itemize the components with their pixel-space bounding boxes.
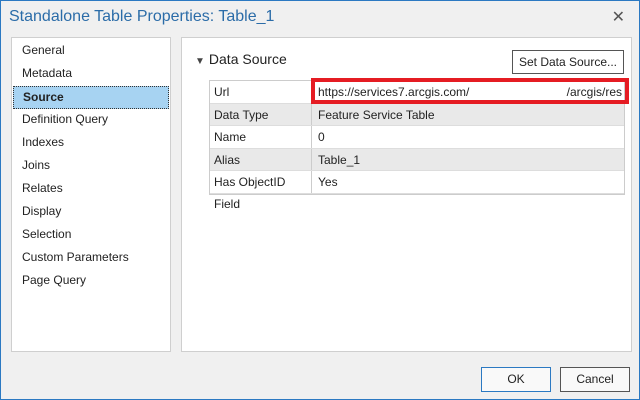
row-key: Url — [210, 81, 312, 103]
row-key: Data Type — [210, 103, 312, 125]
sidebar-item-selection[interactable]: Selection — [13, 224, 169, 247]
sidebar-item-display[interactable]: Display — [13, 201, 169, 224]
row-value: Table_1 — [318, 152, 361, 167]
properties-dialog: Standalone Table Properties: Table_1 ✕ G… — [0, 0, 640, 400]
row-key: Has ObjectID Field — [210, 171, 312, 211]
table-row: Has ObjectID Field Yes — [210, 171, 624, 211]
row-value: Feature Service Table — [318, 107, 435, 122]
source-panel: ▼ Data Source Set Data Source... Url http… — [181, 37, 632, 352]
table-row: Alias Table_1 — [210, 148, 624, 171]
row-value: Yes — [318, 175, 338, 189]
sidebar: General Metadata Source Definition Query… — [11, 37, 171, 352]
sidebar-item-joins[interactable]: Joins — [13, 155, 169, 178]
chevron-down-icon: ▼ — [195, 56, 205, 67]
dialog-title: Standalone Table Properties: Table_1 — [9, 8, 275, 25]
sidebar-item-metadata[interactable]: Metadata — [13, 63, 169, 86]
table-row: Data Type Feature Service Table — [210, 103, 624, 126]
sidebar-item-relates[interactable]: Relates — [13, 178, 169, 201]
sidebar-item-general[interactable]: General — [13, 40, 169, 63]
section-title: Data Source — [208, 51, 287, 67]
sidebar-item-source[interactable]: Source — [13, 86, 169, 109]
url-highlight-box — [311, 78, 629, 104]
set-data-source-button[interactable]: Set Data Source... — [512, 50, 624, 74]
row-value: 0 — [318, 130, 325, 144]
cancel-button[interactable]: Cancel — [560, 367, 630, 392]
sidebar-item-indexes[interactable]: Indexes — [13, 132, 169, 155]
sidebar-item-custom-parameters[interactable]: Custom Parameters — [13, 247, 169, 270]
sidebar-item-page-query[interactable]: Page Query — [13, 270, 169, 293]
data-source-header[interactable]: ▼ Data Source — [195, 51, 287, 67]
row-key: Name — [210, 126, 312, 148]
ok-button[interactable]: OK — [481, 367, 551, 392]
sidebar-item-definition-query[interactable]: Definition Query — [13, 109, 169, 132]
close-icon[interactable]: ✕ — [612, 7, 625, 27]
table-row: Name 0 — [210, 126, 624, 149]
row-key: Alias — [210, 148, 312, 170]
